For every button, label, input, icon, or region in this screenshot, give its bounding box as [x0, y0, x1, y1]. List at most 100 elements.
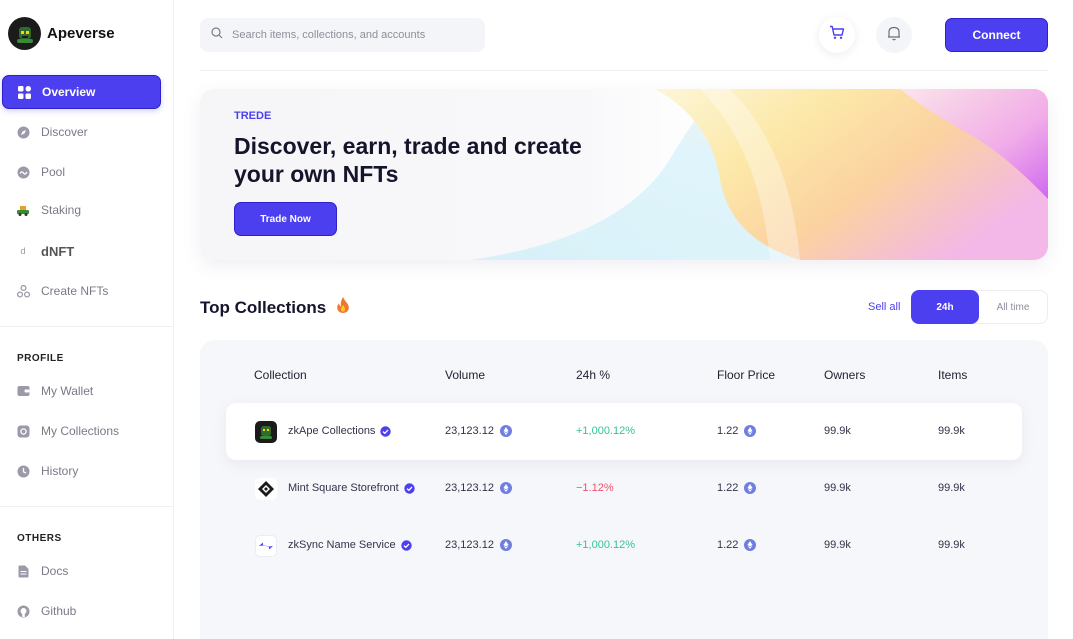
- floor-price-value: 1.22: [717, 425, 739, 437]
- volume-value: 23,123.12: [445, 539, 494, 551]
- collections-icon: [16, 424, 30, 438]
- trade-now-button[interactable]: Trade Now: [234, 202, 337, 236]
- zkape-logo-icon: [255, 421, 277, 443]
- verified-badge-icon: [380, 425, 392, 437]
- sidebar-item-label: My Collections: [41, 424, 120, 438]
- filter-24h-button[interactable]: 24h: [911, 290, 979, 324]
- column-header-volume[interactable]: Volume: [445, 368, 485, 382]
- fire-icon: [336, 296, 350, 319]
- search-input[interactable]: [232, 29, 472, 41]
- search-bar[interactable]: [200, 18, 485, 52]
- brand[interactable]: Apeverse: [8, 17, 115, 50]
- column-header-change[interactable]: 24h %: [576, 368, 610, 382]
- collection-name-cell[interactable]: zkApe Collections: [288, 425, 392, 437]
- sidebar-item-label: dNFT: [41, 243, 75, 259]
- volume-value: 23,123.12: [445, 425, 494, 437]
- owners-cell: 99.9k: [824, 482, 851, 494]
- others-section-title: OTHERS: [17, 533, 62, 544]
- section-title: Top Collections: [200, 297, 327, 317]
- volume-cell: 23,123.12: [445, 539, 512, 551]
- clock-icon: [16, 464, 30, 478]
- sell-all-link[interactable]: Sell all: [868, 301, 900, 313]
- floor-price-value: 1.22: [717, 482, 739, 494]
- cart-button[interactable]: [819, 17, 855, 53]
- pool-icon: [16, 165, 30, 179]
- hero-banner: TREDE Discover, earn, trade and create y…: [200, 89, 1048, 260]
- divider: [0, 326, 174, 327]
- sidebar-item-history[interactable]: History: [2, 454, 161, 488]
- brand-name: Apeverse: [47, 25, 115, 42]
- verified-badge-icon: [400, 539, 412, 551]
- sidebar-item-dnft[interactable]: d dNFT: [2, 234, 161, 268]
- sidebar-item-github[interactable]: Github: [2, 594, 161, 628]
- sidebar-item-label: My Wallet: [41, 384, 94, 398]
- owners-cell: 99.9k: [824, 425, 851, 437]
- collection-name: Mint Square Storefront: [288, 482, 399, 494]
- eth-icon: [499, 425, 512, 437]
- eth-icon: [499, 482, 512, 494]
- connect-button[interactable]: Connect: [945, 18, 1048, 52]
- floor-price-value: 1.22: [717, 539, 739, 551]
- eth-icon: [499, 539, 512, 551]
- sidebar-item-label: Pool: [41, 165, 66, 179]
- divider: [0, 506, 174, 507]
- collection-name-cell[interactable]: zkSync Name Service: [288, 539, 412, 551]
- sidebar-item-label: Overview: [42, 85, 96, 99]
- verified-badge-icon: [403, 482, 415, 494]
- volume-cell: 23,123.12: [445, 482, 512, 494]
- items-cell: 99.9k: [938, 482, 965, 494]
- eth-icon: [744, 482, 757, 494]
- zksync-logo-icon: [255, 535, 277, 557]
- items-cell: 99.9k: [938, 539, 965, 551]
- time-filter: 24h All time: [911, 290, 1048, 324]
- sidebar-item-label: Staking: [41, 203, 82, 217]
- banner-tag: TREDE: [234, 110, 272, 122]
- sidebar-item-docs[interactable]: Docs: [2, 554, 161, 588]
- column-header-collection[interactable]: Collection: [254, 368, 307, 382]
- filter-all-time-button[interactable]: All time: [979, 291, 1047, 323]
- items-cell: 99.9k: [938, 425, 965, 437]
- sidebar-item-pool[interactable]: Pool: [2, 155, 161, 189]
- header-divider: [200, 70, 1048, 71]
- collection-name-cell[interactable]: Mint Square Storefront: [288, 482, 415, 494]
- sidebar-item-label: Create NFTs: [41, 284, 109, 298]
- floor-price-cell: 1.22: [717, 539, 757, 551]
- sidebar-item-staking[interactable]: Staking: [2, 193, 161, 227]
- volume-value: 23,123.12: [445, 482, 494, 494]
- sidebar-item-label: History: [41, 464, 79, 478]
- collection-name: zkApe Collections: [288, 425, 376, 437]
- eth-icon: [744, 425, 757, 437]
- sidebar-item-discover[interactable]: Discover: [2, 115, 161, 149]
- sidebar-item-create-nfts[interactable]: Create NFTs: [2, 274, 161, 308]
- bell-icon: [887, 25, 901, 46]
- sidebar-item-label: Discover: [41, 125, 88, 139]
- compass-icon: [16, 125, 30, 139]
- notifications-button[interactable]: [876, 17, 912, 53]
- github-icon: [16, 604, 30, 618]
- change-cell: +1,000.12%: [576, 425, 636, 437]
- top-collections-heading: Top Collections: [200, 296, 350, 319]
- wallet-icon: [16, 384, 30, 398]
- change-cell: +1,000.12%: [576, 539, 636, 551]
- column-header-owners[interactable]: Owners: [824, 368, 865, 382]
- column-header-floor-price[interactable]: Floor Price: [717, 368, 775, 382]
- ape-logo-icon: [8, 17, 41, 50]
- sidebar-item-my-collections[interactable]: My Collections: [2, 414, 161, 448]
- mint-square-logo-icon: [255, 478, 277, 500]
- sidebar: Apeverse Overview Discover Pool Staking …: [0, 0, 174, 639]
- sidebar-item-label: Docs: [41, 564, 69, 578]
- docs-icon: [16, 564, 30, 578]
- search-icon: [211, 26, 223, 44]
- sidebar-item-overview[interactable]: Overview: [2, 75, 161, 109]
- sidebar-item-my-wallet[interactable]: My Wallet: [2, 374, 161, 408]
- owners-cell: 99.9k: [824, 539, 851, 551]
- staking-icon: [16, 203, 30, 217]
- column-header-items[interactable]: Items: [938, 368, 967, 382]
- profile-section-title: PROFILE: [17, 353, 64, 364]
- sidebar-item-label: Github: [41, 604, 77, 618]
- floor-price-cell: 1.22: [717, 425, 757, 437]
- eth-icon: [744, 539, 757, 551]
- floor-price-cell: 1.22: [717, 482, 757, 494]
- create-icon: [16, 284, 30, 298]
- grid-icon: [17, 85, 31, 99]
